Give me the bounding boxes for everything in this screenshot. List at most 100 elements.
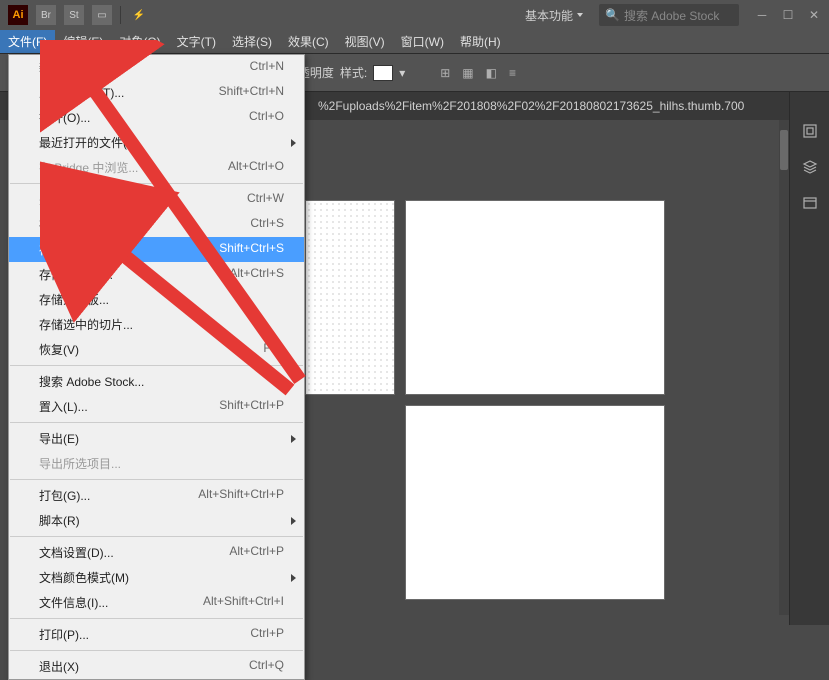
stock-button[interactable]: St (64, 5, 84, 25)
layers-panel-icon[interactable] (801, 158, 819, 176)
menu-选择[interactable]: 选择(S) (224, 30, 280, 53)
menu-item-label: 存储为模板... (39, 291, 109, 308)
menu-item[interactable]: 退出(X) Ctrl+Q (9, 654, 304, 679)
menu-item-label: 退出(X) (39, 658, 79, 675)
gpu-button[interactable]: ⚡ (129, 5, 149, 25)
menu-shortcut: Shift+Ctrl+S (219, 241, 284, 258)
menu-item[interactable]: 存储为(A)...Shift+Ctrl+S (9, 237, 304, 262)
menu-窗口[interactable]: 窗口(W) (393, 30, 452, 53)
panel-menu-icon[interactable]: ≡ (506, 66, 519, 80)
menu-item-label: 打印(P)... (39, 626, 89, 643)
right-panel-dock (789, 92, 829, 625)
menu-item[interactable]: 文件信息(I)... Alt+Shift+Ctrl+I (9, 590, 304, 615)
style-label: 样式: (340, 64, 367, 81)
menu-item[interactable]: 打包(G)...Alt+Shift+Ctrl+P (9, 483, 304, 508)
menu-item-label: 新建(N)... (39, 59, 90, 76)
menu-item[interactable]: 新建(N)... Ctrl+N (9, 55, 304, 80)
menu-shortcut: Alt+Shift+Ctrl+I (203, 594, 284, 611)
stock-search-input[interactable]: 🔍 搜索 Adobe Stock (599, 4, 739, 26)
menu-item[interactable]: 文档颜色模式(M) (9, 565, 304, 590)
menu-item-label: 导出所选项目... (39, 455, 121, 472)
menu-对象[interactable]: 对象(O) (111, 30, 168, 53)
maximize-button[interactable]: ☐ (781, 8, 795, 22)
separator (120, 6, 121, 24)
arrange-button[interactable]: ▭ (92, 5, 112, 25)
menu-shortcut: Alt+Ctrl+S (229, 266, 284, 283)
menu-item[interactable]: 导出(E) (9, 426, 304, 451)
menu-item[interactable]: 搜索 Adobe Stock... (9, 369, 304, 394)
menu-item[interactable]: 最近打开的文件(F) (9, 130, 304, 155)
menu-item[interactable]: 从模板新建(T)...Shift+Ctrl+N (9, 80, 304, 105)
workspace-selector[interactable]: 基本功能 (517, 4, 591, 27)
title-bar: Ai Br St ▭ ⚡ 基本功能 🔍 搜索 Adobe Stock ─ ☐ ✕ (0, 0, 829, 30)
menu-item-label: 文档设置(D)... (39, 544, 114, 561)
app-logo: Ai (8, 5, 28, 25)
menu-item: 在 Bridge 中浏览... Alt+Ctrl+O (9, 155, 304, 180)
menu-文件[interactable]: 文件(F) (0, 30, 55, 53)
menu-item-label: 在 Bridge 中浏览... (39, 159, 138, 176)
vertical-scrollbar[interactable] (779, 120, 789, 615)
canvas-viewport[interactable] (305, 120, 779, 615)
menu-separator (10, 365, 303, 366)
menu-item[interactable]: 脚本(R) (9, 508, 304, 533)
menu-视图[interactable]: 视图(V) (337, 30, 393, 53)
align-icon[interactable]: ⊞ (437, 66, 453, 80)
menu-文字[interactable]: 文字(T) (169, 30, 224, 53)
menu-item-label: 文件信息(I)... (39, 594, 108, 611)
isolate-icon[interactable]: ◧ (483, 66, 500, 80)
menu-item[interactable]: 打开(O)... Ctrl+O (9, 105, 304, 130)
scrollbar-thumb[interactable] (780, 130, 788, 170)
menu-separator (10, 183, 303, 184)
search-icon: 🔍 (605, 8, 620, 22)
menu-shortcut: Ctrl+N (250, 59, 284, 76)
menu-shortcut: Alt+Ctrl+P (229, 544, 284, 561)
menu-item[interactable]: 文档设置(D)... Alt+Ctrl+P (9, 540, 304, 565)
menu-item[interactable]: 关闭(C)Ctrl+W (9, 187, 304, 212)
search-placeholder: 搜索 Adobe Stock (624, 7, 719, 24)
menu-separator (10, 650, 303, 651)
menu-item[interactable]: 置入(L)... Shift+Ctrl+P (9, 394, 304, 419)
chevron-down-icon (577, 13, 583, 17)
menu-item-label: 打开(O)... (39, 109, 90, 126)
bridge-button[interactable]: Br (36, 5, 56, 25)
menu-item[interactable]: 打印(P)...Ctrl+P (9, 622, 304, 647)
menu-帮助[interactable]: 帮助(H) (452, 30, 509, 53)
libraries-panel-icon[interactable] (801, 194, 819, 212)
menu-shortcut: Ctrl+Q (249, 658, 284, 675)
menu-item-label: 从模板新建(T)... (39, 84, 124, 101)
menu-item-label: 最近打开的文件(F) (39, 134, 138, 151)
style-swatch[interactable] (373, 65, 393, 81)
menu-item-label: 存储副本(Y)... (39, 266, 113, 283)
menu-item-label: 置入(L)... (39, 398, 88, 415)
menu-编辑[interactable]: 编辑(E) (55, 30, 111, 53)
menu-shortcut: Shift+Ctrl+P (219, 398, 284, 415)
menu-item[interactable]: 存储选中的切片... (9, 312, 304, 337)
menu-item-label: 存储选中的切片... (39, 316, 133, 333)
menu-item[interactable]: 恢复(V)F12 (9, 337, 304, 362)
menu-item[interactable]: 存储(S) Ctrl+S (9, 212, 304, 237)
close-button[interactable]: ✕ (807, 8, 821, 22)
menu-bar: 文件(F)编辑(E)对象(O)文字(T)选择(S)效果(C)视图(V)窗口(W)… (0, 30, 829, 54)
menu-separator (10, 536, 303, 537)
menu-shortcut: Ctrl+O (249, 109, 284, 126)
menu-item-label: 打包(G)... (39, 487, 90, 504)
workspace-label: 基本功能 (525, 7, 573, 24)
transform-icon[interactable]: ▦ (459, 66, 476, 80)
artboard-3[interactable] (405, 405, 665, 600)
menu-shortcut: Alt+Ctrl+O (228, 159, 284, 176)
menu-separator (10, 422, 303, 423)
menu-item-label: 存储(S) (39, 216, 79, 233)
properties-panel-icon[interactable] (801, 122, 819, 140)
menu-shortcut: F12 (263, 341, 284, 358)
menu-separator (10, 618, 303, 619)
menu-效果[interactable]: 效果(C) (280, 30, 337, 53)
minimize-button[interactable]: ─ (755, 8, 769, 22)
menu-item-label: 搜索 Adobe Stock... (39, 373, 144, 390)
artboard-2[interactable] (405, 200, 665, 395)
menu-item[interactable]: 存储为模板... (9, 287, 304, 312)
style-dropdown[interactable]: ▾ (399, 66, 405, 80)
artboard-1[interactable] (305, 200, 395, 395)
menu-item[interactable]: 存储副本(Y)... Alt+Ctrl+S (9, 262, 304, 287)
document-tab[interactable]: %2Fuploads%2Fitem%2F201808%2F02%2F201808… (310, 99, 752, 113)
menu-shortcut: Ctrl+S (250, 216, 284, 233)
